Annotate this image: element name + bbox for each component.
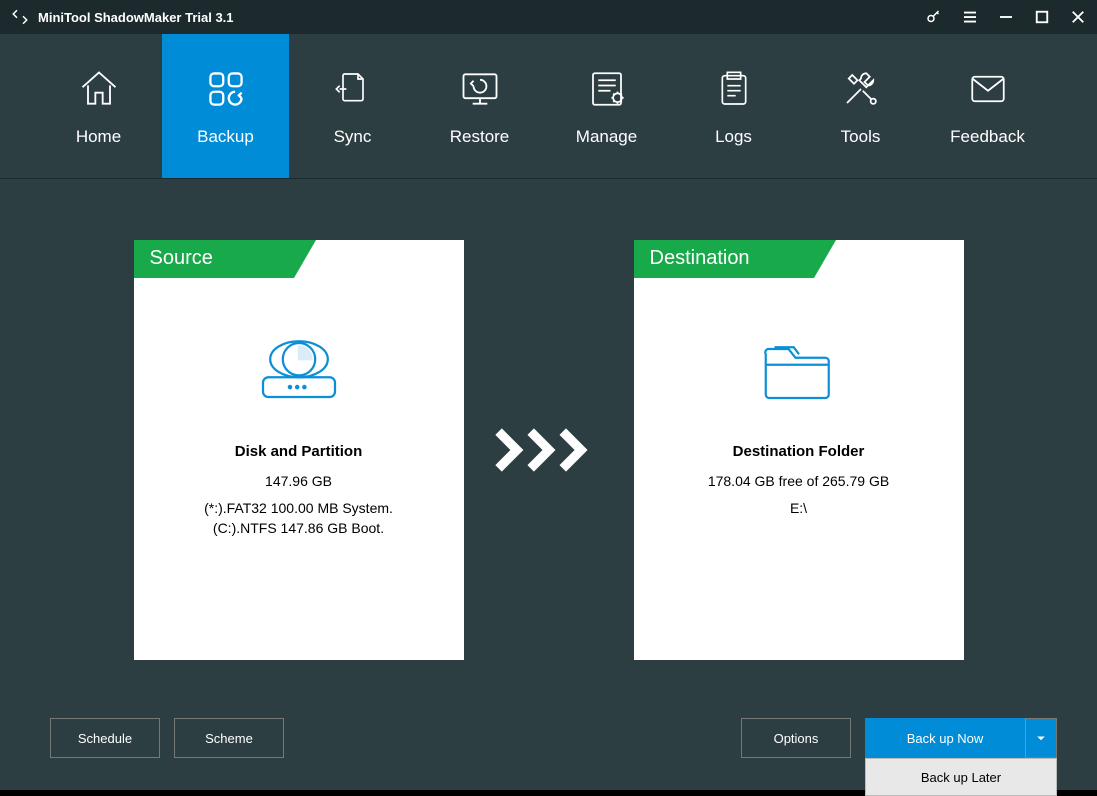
disk-icon <box>254 333 344 408</box>
nav-label: Logs <box>715 127 752 147</box>
home-icon <box>75 65 123 113</box>
maximize-icon[interactable] <box>1033 8 1051 26</box>
backup-dropdown-toggle[interactable] <box>1025 718 1057 758</box>
schedule-button[interactable]: Schedule <box>50 718 160 758</box>
backup-split-button: Back up Now Back up Later <box>865 718 1057 758</box>
source-partition-2: (C:).NTFS 147.86 GB Boot. <box>213 519 384 539</box>
destination-free: 178.04 GB free of 265.79 GB <box>708 472 889 492</box>
app-title: MiniTool ShadowMaker Trial 3.1 <box>38 10 925 25</box>
backup-dropdown-menu: Back up Later <box>865 758 1057 796</box>
destination-header-label: Destination <box>634 240 814 278</box>
navbar: Home Backup Sync <box>0 34 1097 179</box>
feedback-icon <box>964 65 1012 113</box>
scheme-button[interactable]: Scheme <box>174 718 284 758</box>
folder-icon <box>754 333 844 408</box>
nav-feedback[interactable]: Feedback <box>924 34 1051 178</box>
main-content: Source Disk and Partition 147.96 GB <box>0 179 1097 700</box>
titlebar: MiniTool ShadowMaker Trial 3.1 <box>0 0 1097 34</box>
nav-label: Restore <box>450 127 510 147</box>
sync-icon <box>329 65 377 113</box>
nav-home[interactable]: Home <box>35 34 162 178</box>
destination-header: Destination <box>634 240 964 278</box>
destination-panel[interactable]: Destination Destination Folder 178.04 GB… <box>634 240 964 660</box>
bottombar: Schedule Scheme Options Back up Now Back… <box>0 700 1097 790</box>
backup-icon <box>202 65 250 113</box>
destination-title: Destination Folder <box>733 443 865 460</box>
nav-label: Tools <box>841 127 881 147</box>
nav-label: Feedback <box>950 127 1025 147</box>
nav-label: Home <box>76 127 121 147</box>
nav-sync[interactable]: Sync <box>289 34 416 178</box>
arrow-icon <box>494 427 604 473</box>
close-icon[interactable] <box>1069 8 1087 26</box>
logs-icon <box>710 65 758 113</box>
menu-icon[interactable] <box>961 8 979 26</box>
minimize-icon[interactable] <box>997 8 1015 26</box>
source-header: Source <box>134 240 464 278</box>
nav-backup[interactable]: Backup <box>162 34 289 178</box>
nav-logs[interactable]: Logs <box>670 34 797 178</box>
restore-icon <box>456 65 504 113</box>
key-icon[interactable] <box>925 8 943 26</box>
nav-label: Backup <box>197 127 254 147</box>
nav-tools[interactable]: Tools <box>797 34 924 178</box>
source-header-label: Source <box>134 240 294 278</box>
manage-icon <box>583 65 631 113</box>
nav-restore[interactable]: Restore <box>416 34 543 178</box>
options-button[interactable]: Options <box>741 718 851 758</box>
source-size: 147.96 GB <box>265 472 332 492</box>
source-panel[interactable]: Source Disk and Partition 147.96 GB <box>134 240 464 660</box>
destination-path: E:\ <box>790 499 807 519</box>
nav-label: Sync <box>334 127 372 147</box>
backup-now-button[interactable]: Back up Now <box>865 718 1025 758</box>
nav-manage[interactable]: Manage <box>543 34 670 178</box>
app-logo <box>10 7 30 27</box>
nav-label: Manage <box>576 127 637 147</box>
tools-icon <box>837 65 885 113</box>
source-partition-1: (*:).FAT32 100.00 MB System. <box>204 499 393 519</box>
source-title: Disk and Partition <box>235 443 363 460</box>
